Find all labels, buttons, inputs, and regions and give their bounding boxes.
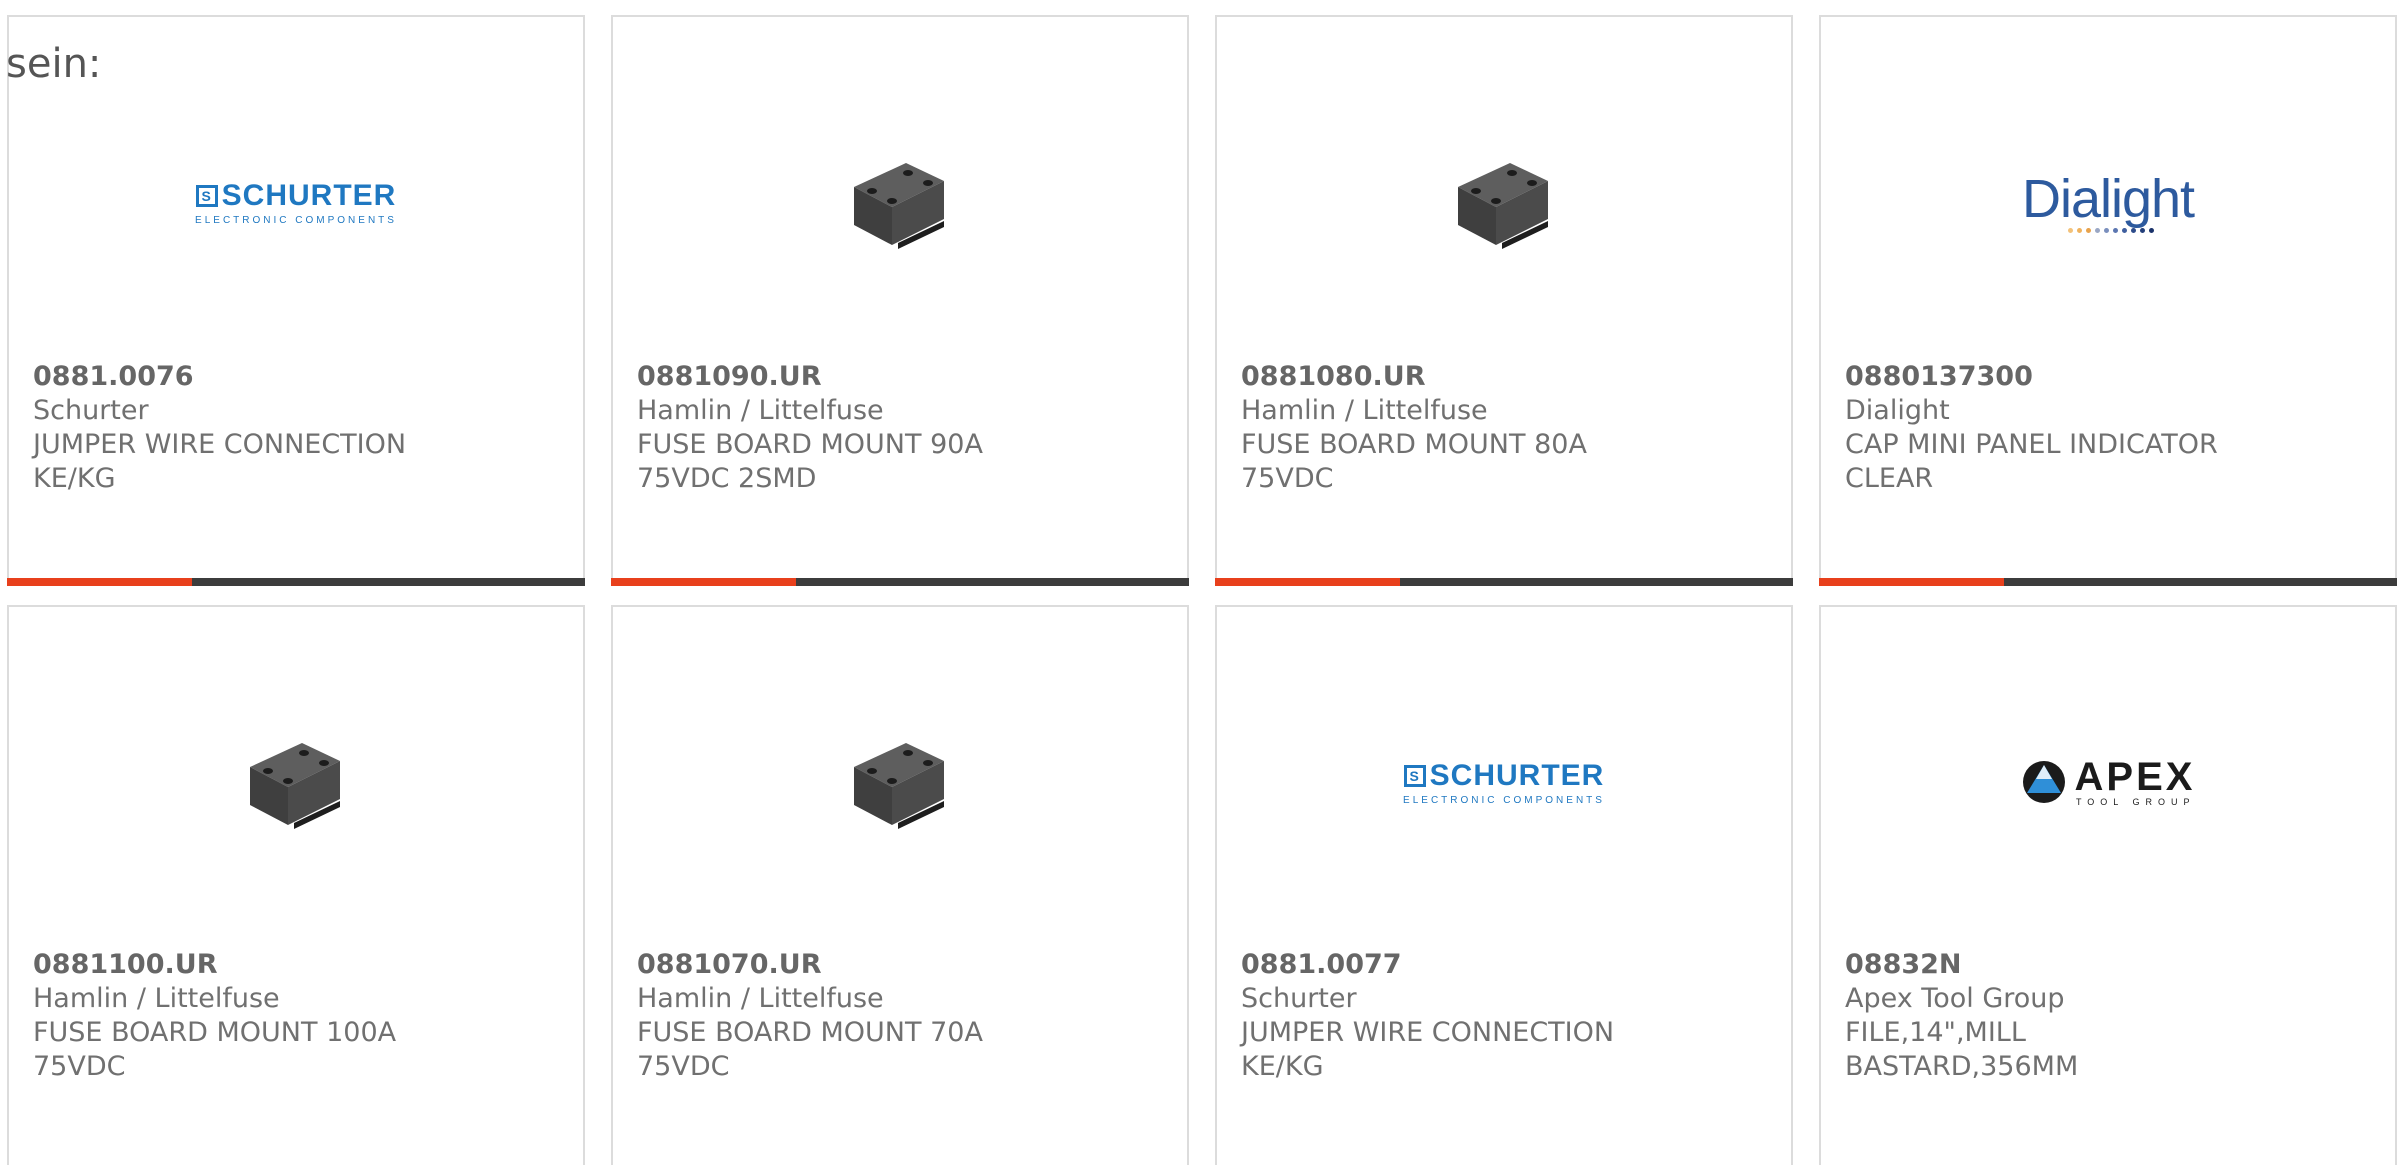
schurter-logo: S SCHURTER ELECTRONIC COMPONENTS (195, 179, 397, 226)
fuse-component-photo (250, 743, 340, 829)
product-description: CAP MINI PANEL INDICATOR CLEAR (1845, 429, 2218, 494)
product-image: S SCHURTER ELECTRONIC COMPONENTS (9, 77, 583, 327)
product-image: S SCHURTER ELECTRONIC COMPONENTS (1217, 657, 1791, 907)
product-card[interactable]: S SCHURTER ELECTRONIC COMPONENTS 0881.007… (7, 15, 585, 586)
part-number-link[interactable]: 0881090.UR (637, 360, 1163, 394)
manufacturer-name: Apex Tool Group (1845, 983, 2065, 1014)
schurter-logo: S SCHURTER ELECTRONIC COMPONENTS (1403, 759, 1605, 806)
product-description: FILE,14",MILL BASTARD,356MM (1845, 1017, 2079, 1082)
product-card[interactable]: Dialight 0880137300 Dialight CAP MINI PA… (1819, 15, 2397, 586)
manufacturer-name: Schurter (1241, 983, 1357, 1014)
manufacturer-name: Hamlin / Littelfuse (637, 395, 884, 426)
manufacturer-name: Dialight (1845, 395, 1950, 426)
apex-emblem-icon (2022, 761, 2065, 803)
card-accent-bar (1215, 578, 1793, 586)
intro-text: sein: (6, 41, 102, 87)
product-card[interactable]: 0881090.UR Hamlin / Littelfuse FUSE BOAR… (611, 15, 1189, 586)
manufacturer-name: Hamlin / Littelfuse (637, 983, 884, 1014)
schurter-tagline: ELECTRONIC COMPONENTS (195, 214, 397, 226)
product-image (9, 657, 583, 907)
schurter-symbol: S (195, 184, 218, 207)
dialight-dots (2068, 227, 2155, 233)
card-accent-bar (1819, 578, 2397, 586)
product-card[interactable]: APEX TOOL GROUP 08832N Apex Tool Group F… (1819, 605, 2397, 1165)
accent-bar-highlight (1215, 578, 1400, 586)
product-card[interactable]: S SCHURTER ELECTRONIC COMPONENTS 0881.007… (1215, 605, 1793, 1165)
manufacturer-name: Schurter (33, 395, 149, 426)
product-description: FUSE BOARD MOUNT 90A 75VDC 2SMD (637, 429, 983, 494)
product-description: FUSE BOARD MOUNT 80A 75VDC (1241, 429, 1587, 494)
part-number-link[interactable]: 08832N (1845, 948, 2371, 982)
schurter-tagline: ELECTRONIC COMPONENTS (1403, 794, 1605, 806)
card-accent-bar (611, 578, 1189, 586)
part-number-link[interactable]: 0881070.UR (637, 948, 1163, 982)
product-grid: S SCHURTER ELECTRONIC COMPONENTS 0881.007… (0, 0, 2400, 1165)
product-image (1217, 77, 1791, 327)
product-image (613, 77, 1187, 327)
apex-logo: APEX TOOL GROUP (2021, 757, 2196, 807)
part-number-link[interactable]: 0881.0076 (33, 360, 559, 394)
product-image: APEX TOOL GROUP (1821, 657, 2395, 907)
product-card[interactable]: 0881100.UR Hamlin / Littelfuse FUSE BOAR… (7, 605, 585, 1165)
manufacturer-name: Hamlin / Littelfuse (1241, 395, 1488, 426)
product-image: Dialight (1821, 77, 2395, 327)
schurter-symbol: S (1403, 764, 1426, 787)
accent-bar-highlight (611, 578, 796, 586)
apex-tagline: TOOL GROUP (2075, 797, 2196, 807)
product-description: JUMPER WIRE CONNECTION KE/KG (33, 429, 407, 494)
schurter-wordmark: SCHURTER (1429, 758, 1605, 792)
accent-bar-highlight (7, 578, 192, 586)
schurter-wordmark: SCHURTER (221, 178, 397, 212)
accent-bar-highlight (1819, 578, 2004, 586)
fuse-component-photo (854, 743, 944, 829)
product-description: FUSE BOARD MOUNT 100A 75VDC (33, 1017, 397, 1082)
dialight-wordmark: Dialight (2021, 168, 2195, 229)
product-card[interactable]: 0881080.UR Hamlin / Littelfuse FUSE BOAR… (1215, 15, 1793, 586)
part-number-link[interactable]: 0881.0077 (1241, 948, 1767, 982)
dialight-logo: Dialight (2021, 168, 2195, 233)
fuse-component-photo (854, 163, 944, 249)
part-number-link[interactable]: 0881100.UR (33, 948, 559, 982)
product-description: JUMPER WIRE CONNECTION KE/KG (1241, 1017, 1615, 1082)
product-image (613, 657, 1187, 907)
part-number-link[interactable]: 0881080.UR (1241, 360, 1767, 394)
apex-wordmark: APEX (2074, 755, 2196, 799)
fuse-component-photo (1458, 163, 1548, 249)
part-number-link[interactable]: 0880137300 (1845, 360, 2371, 394)
product-description: FUSE BOARD MOUNT 70A 75VDC (637, 1017, 983, 1082)
product-card[interactable]: 0881070.UR Hamlin / Littelfuse FUSE BOAR… (611, 605, 1189, 1165)
manufacturer-name: Hamlin / Littelfuse (33, 983, 280, 1014)
card-accent-bar (7, 578, 585, 586)
